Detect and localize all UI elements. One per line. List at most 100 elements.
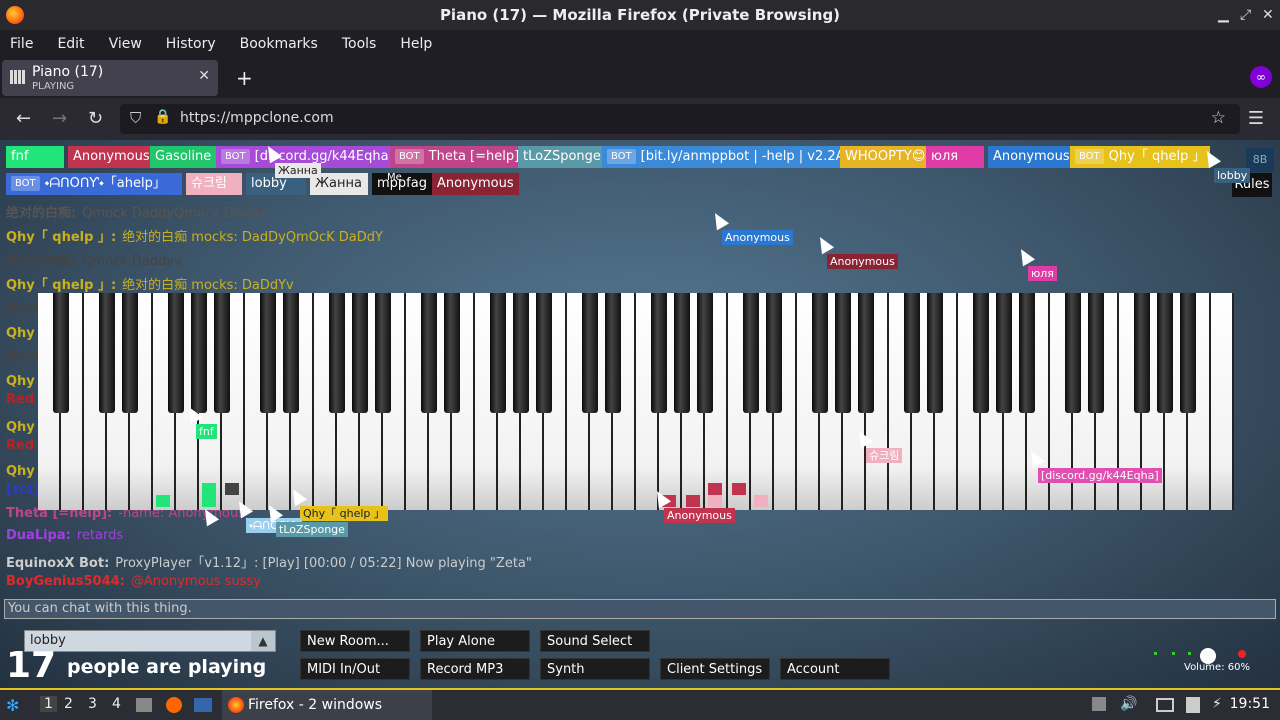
black-key[interactable] — [651, 293, 667, 413]
new-tab-icon[interactable]: + — [236, 66, 253, 90]
tab-piano[interactable]: Piano (17) PLAYING ✕ — [2, 60, 218, 96]
midi-button[interactable]: MIDI In/Out — [300, 658, 410, 680]
taskbar-firefox-windows[interactable]: Firefox - 2 windows — [222, 690, 432, 720]
black-key[interactable] — [214, 293, 230, 413]
chat-text: Qmock Daddyv — [82, 254, 182, 269]
black-key[interactable] — [812, 293, 828, 413]
record-mp3-button[interactable]: Record MP3 — [420, 658, 530, 680]
black-key[interactable] — [904, 293, 920, 413]
user-badge[interactable]: Anonymous — [988, 146, 1075, 168]
black-key[interactable] — [1157, 293, 1173, 413]
account-button[interactable]: Account — [780, 658, 890, 680]
black-key[interactable] — [99, 293, 115, 413]
user-badge[interactable]: 슈크림 — [186, 173, 242, 195]
back-icon[interactable]: ← — [16, 108, 31, 129]
chat-input[interactable]: You can chat with this thing. — [4, 599, 1276, 619]
black-key[interactable] — [352, 293, 368, 413]
menu-help[interactable]: Help — [400, 33, 432, 58]
user-badge[interactable]: BOT Theta [=help] — [390, 146, 525, 168]
user-badge[interactable]: BOT Qhy「 qhelp 」 — [1070, 146, 1211, 168]
black-key[interactable] — [858, 293, 874, 413]
user-badge[interactable]: юля — [926, 146, 984, 168]
display-icon[interactable] — [1156, 698, 1174, 712]
client-settings-button[interactable]: Client Settings — [660, 658, 770, 680]
black-key[interactable] — [444, 293, 460, 413]
white-key[interactable] — [1211, 293, 1234, 510]
forward-icon[interactable]: → — [52, 108, 67, 129]
black-key[interactable] — [421, 293, 437, 413]
workspace-1[interactable]: 1 — [40, 696, 57, 712]
black-key[interactable] — [168, 293, 184, 413]
black-key[interactable] — [191, 293, 207, 413]
black-key[interactable] — [53, 293, 69, 413]
user-badge[interactable]: fnf — [6, 146, 64, 168]
black-key[interactable] — [996, 293, 1012, 413]
black-key[interactable] — [122, 293, 138, 413]
workspace-3[interactable]: 3 — [88, 696, 97, 712]
black-key[interactable] — [1134, 293, 1150, 413]
chat-author: 绝对的白痴: — [6, 254, 77, 269]
terminal-icon[interactable] — [194, 698, 212, 712]
workspace-4[interactable]: 4 — [112, 696, 121, 712]
tray-up-icon[interactable] — [1092, 697, 1106, 711]
url-text[interactable]: https://mppclone.com — [180, 110, 334, 126]
sound-select-button[interactable]: Sound Select — [540, 630, 650, 652]
black-key[interactable] — [260, 293, 276, 413]
bookmark-star-icon[interactable]: ☆ — [1211, 108, 1226, 128]
black-key[interactable] — [582, 293, 598, 413]
speaker-icon[interactable]: 🔊 — [1120, 696, 1137, 712]
new-room-button[interactable]: New Room... — [300, 630, 410, 652]
user-badge[interactable]: Anonymous — [68, 146, 155, 168]
tracking-shield-icon[interactable]: ⛉ — [130, 109, 141, 127]
black-key[interactable] — [697, 293, 713, 413]
black-key[interactable] — [927, 293, 943, 413]
chat-text: Qmock DaddyQmock Daddy — [82, 206, 266, 221]
user-badge[interactable]: tLoZSponge — [518, 146, 606, 168]
close-icon[interactable]: ✕ — [1262, 0, 1274, 30]
app-menu-icon[interactable]: ☰ — [1248, 108, 1264, 129]
menu-view[interactable]: View — [109, 33, 142, 58]
network-icon[interactable]: ⚡ — [1212, 696, 1222, 712]
reload-icon[interactable]: ↻ — [88, 108, 103, 129]
maximize-icon[interactable]: ⤢ — [1240, 0, 1251, 30]
black-key[interactable] — [1019, 293, 1035, 413]
people-count-label: people are playing — [66, 656, 267, 678]
black-key[interactable] — [329, 293, 345, 413]
menu-tools[interactable]: Tools — [342, 33, 377, 58]
black-key[interactable] — [674, 293, 690, 413]
user-badge[interactable]: BOT [bit.ly/anmppbot | -help | v2.2A] — [602, 146, 855, 168]
workspace-2[interactable]: 2 — [64, 696, 73, 712]
user-badge[interactable]: BOT ⬩ᗩᑎOᑎƳ⬩「ahelp」 — [6, 173, 182, 195]
firefox-launcher-icon[interactable] — [166, 697, 182, 713]
black-key[interactable] — [835, 293, 851, 413]
synth-button[interactable]: Synth — [540, 658, 650, 680]
lock-icon[interactable]: 🔒 — [154, 109, 171, 125]
black-key[interactable] — [766, 293, 782, 413]
chat-message: Qhy「 qhelp 」: 绝对的白痴 mocks: DadDyQmOcK DaD… — [6, 226, 383, 245]
clipboard-icon[interactable] — [1186, 697, 1200, 713]
black-key[interactable] — [1180, 293, 1196, 413]
user-badge[interactable]: Anonymous — [432, 173, 519, 195]
black-key[interactable] — [973, 293, 989, 413]
black-key[interactable] — [375, 293, 391, 413]
user-badge[interactable]: Gasoline — [150, 146, 217, 168]
black-key[interactable] — [605, 293, 621, 413]
black-key[interactable] — [743, 293, 759, 413]
black-key[interactable] — [536, 293, 552, 413]
menu-bookmarks[interactable]: Bookmarks — [240, 33, 318, 58]
menu-file[interactable]: File — [10, 33, 33, 58]
black-key[interactable] — [1088, 293, 1104, 413]
menu-edit[interactable]: Edit — [57, 33, 84, 58]
url-bar[interactable]: ⛉ 🔒 https://mppclone.com ☆ — [120, 104, 1240, 134]
menu-history[interactable]: History — [166, 33, 216, 58]
tab-close-icon[interactable]: ✕ — [198, 68, 210, 84]
black-key[interactable] — [490, 293, 506, 413]
start-menu-icon[interactable]: ✻ — [6, 696, 19, 715]
black-key[interactable] — [513, 293, 529, 413]
minimize-icon[interactable]: ▁ — [1218, 0, 1229, 30]
file-manager-icon[interactable] — [136, 698, 152, 712]
black-key[interactable] — [1065, 293, 1081, 413]
black-key[interactable] — [283, 293, 299, 413]
play-alone-button[interactable]: Play Alone — [420, 630, 530, 652]
user-badge[interactable]: WHOOPTY😊 — [840, 146, 931, 168]
